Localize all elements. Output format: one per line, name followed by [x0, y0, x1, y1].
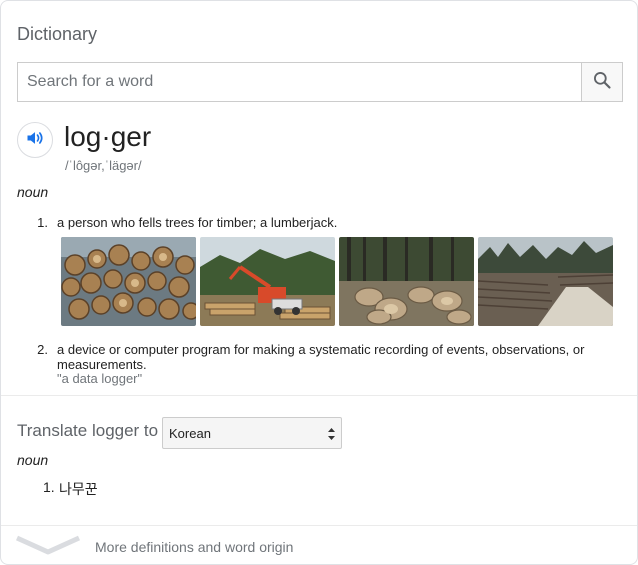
dictionary-card: Dictionary log·ger /ˈlôɡər,ˈläɡər/ noun …	[0, 0, 638, 565]
part-of-speech: noun	[17, 184, 49, 200]
log-pile-image[interactable]	[61, 237, 196, 326]
search-input[interactable]	[18, 63, 581, 101]
more-definitions-link[interactable]: More definitions and word origin	[1, 527, 637, 564]
language-select-value: Korean	[169, 425, 211, 441]
logging-machine-image[interactable]	[200, 237, 335, 326]
definition-example: "a data logger"	[57, 371, 143, 386]
search-box	[17, 62, 623, 102]
search-icon	[592, 70, 612, 95]
pronunciation: /ˈlôɡər,ˈläɡər/	[65, 158, 142, 173]
cut-logs-forest-image[interactable]	[339, 237, 474, 326]
more-definitions-label: More definitions and word origin	[95, 539, 294, 555]
translation-part-of-speech: noun	[17, 452, 49, 468]
definition-text: a device or computer program for making …	[57, 342, 585, 372]
definition-number: 1.	[37, 215, 48, 230]
divider	[1, 395, 637, 396]
search-button[interactable]	[581, 63, 622, 101]
card-title: Dictionary	[17, 24, 98, 44]
divider	[1, 525, 637, 526]
translation-text: 나무꾼	[59, 481, 98, 497]
language-select[interactable]: Korean	[162, 417, 342, 449]
pronunciation-audio-button[interactable]	[17, 122, 53, 158]
image-strip	[61, 237, 613, 326]
definition-number: 2.	[37, 342, 48, 357]
translation-number: 1.	[43, 479, 55, 495]
select-arrows-icon	[327, 427, 336, 444]
chevron-down-icon	[15, 534, 81, 561]
log-road-image[interactable]	[478, 237, 613, 326]
translate-label: Translate logger to	[17, 421, 159, 440]
definition-text: a person who fells trees for timber; a l…	[57, 215, 338, 230]
speaker-icon	[25, 128, 45, 153]
headword: log·ger	[64, 121, 152, 152]
